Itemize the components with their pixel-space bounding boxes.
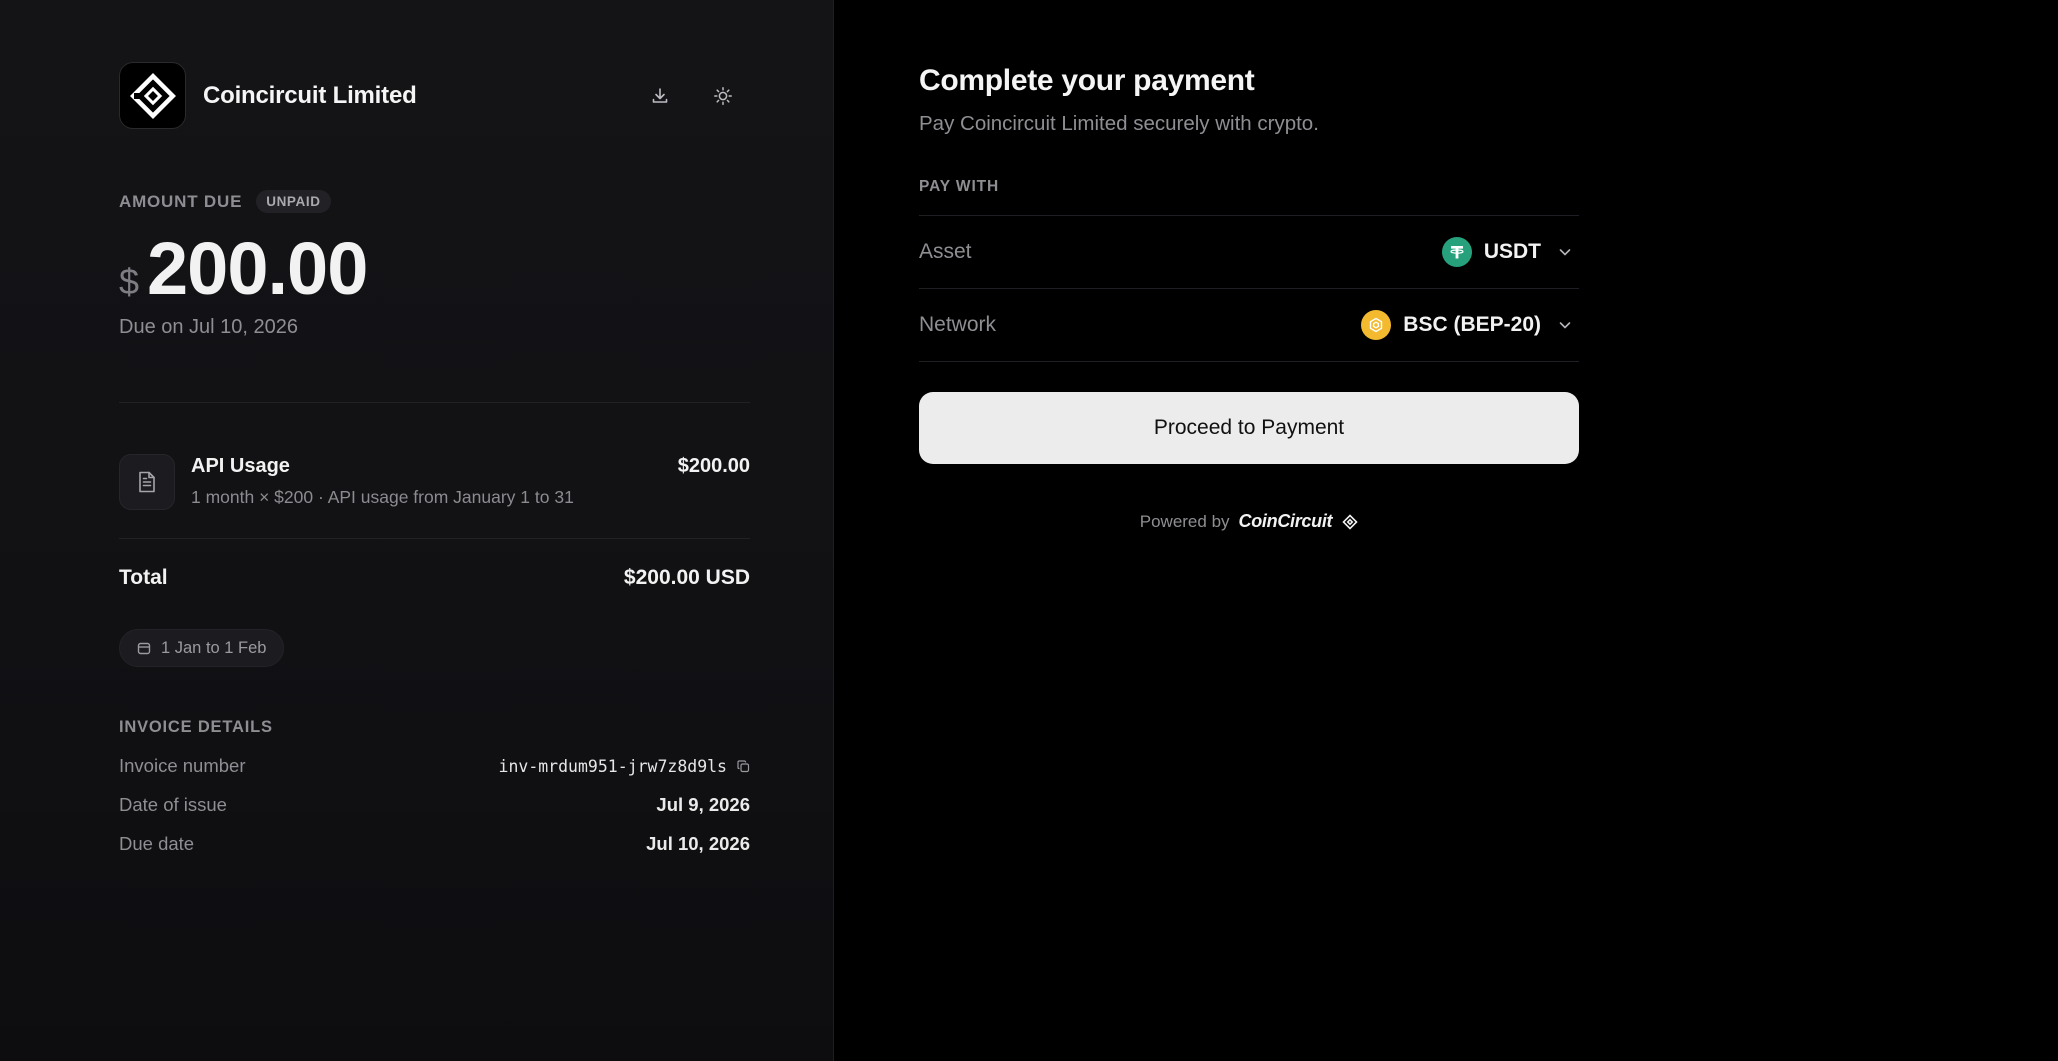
- chevron-down-icon: [1557, 317, 1573, 333]
- payment-panel: Complete your payment Pay Coincircuit Li…: [835, 0, 2058, 1061]
- amount-value: 200.00: [147, 227, 368, 310]
- download-icon: [652, 88, 668, 103]
- invoice-number-value-wrap: inv-mrdum951-jrw7z8d9ls: [499, 757, 750, 776]
- due-date-label: Due date: [119, 833, 195, 854]
- copy-icon[interactable]: [737, 759, 750, 773]
- merchant-brand: Coincircuit Limited: [119, 62, 417, 129]
- network-label: Network: [919, 313, 997, 336]
- line-item-amount: $200.00: [677, 455, 750, 477]
- payment-title: Complete your payment: [919, 64, 1255, 97]
- merchant-logo: [119, 62, 186, 129]
- powered-by: Powered by CoinCircuit: [835, 511, 1663, 532]
- asset-selected-value: USDT: [1441, 237, 1579, 267]
- asset-value: USDT: [1483, 240, 1541, 263]
- download-button[interactable]: [643, 79, 677, 113]
- payment-subtitle: Pay Coincircuit Limited securely with cr…: [919, 112, 1319, 135]
- network-selected-value: BSC (BEP-20): [1361, 310, 1579, 340]
- divider: [119, 402, 750, 403]
- powered-by-label: Powered by: [1139, 511, 1230, 531]
- invoice-number-row: Invoice number inv-mrdum951-jrw7z8d9ls: [119, 755, 750, 777]
- merchant-name: Coincircuit Limited: [203, 81, 417, 109]
- amount-due: $ 200.00: [119, 226, 368, 311]
- calendar-icon: [137, 641, 151, 655]
- line-item-title: API Usage: [191, 455, 290, 477]
- billing-period-chip: 1 Jan to 1 Feb: [119, 629, 284, 667]
- invoice-panel: Coincircuit Limited AMOUNT DUE UNPAID $ …: [0, 0, 834, 1061]
- coincircuit-logo-icon: [1342, 513, 1358, 530]
- currency-symbol: $: [119, 261, 140, 302]
- amount-due-header: AMOUNT DUE UNPAID: [119, 190, 331, 213]
- invoice-number-label: Invoice number: [119, 755, 246, 776]
- network-select[interactable]: Network BSC (BEP-20): [919, 289, 1579, 361]
- proceed-to-payment-button[interactable]: Proceed to Payment: [919, 392, 1579, 464]
- invoice-details-title: INVOICE DETAILS: [119, 718, 273, 736]
- document-icon: [119, 454, 175, 510]
- date-of-issue-label: Date of issue: [119, 794, 227, 815]
- due-date-text: Due on Jul 10, 2026: [119, 316, 299, 338]
- due-date-value: Jul 10, 2026: [646, 833, 750, 854]
- theme-toggle-button[interactable]: [706, 79, 740, 113]
- tether-icon: [1441, 237, 1472, 267]
- date-of-issue-value: Jul 9, 2026: [656, 794, 750, 815]
- divider: [119, 538, 750, 539]
- amount-due-label: AMOUNT DUE: [119, 191, 243, 211]
- billing-period-label: 1 Jan to 1 Feb: [161, 638, 267, 657]
- asset-select[interactable]: Asset USDT: [919, 216, 1579, 288]
- line-item: API Usage 1 month × $200 · API usage fro…: [119, 452, 750, 510]
- total-value: $200.00 USD: [623, 566, 750, 589]
- pay-with-label: PAY WITH: [919, 178, 1000, 195]
- due-date-row: Due date Jul 10, 2026: [119, 833, 750, 855]
- sun-icon: [714, 87, 732, 105]
- total-label: Total: [119, 566, 168, 589]
- total-row: Total $200.00 USD: [119, 566, 750, 590]
- powered-by-brand[interactable]: CoinCircuit: [1239, 511, 1333, 532]
- invoice-number-value: inv-mrdum951-jrw7z8d9ls: [498, 756, 727, 776]
- asset-label: Asset: [919, 240, 972, 263]
- chevron-down-icon: [1557, 244, 1573, 260]
- line-item-description: 1 month × $200 · API usage from January …: [191, 487, 574, 507]
- bnb-icon: [1361, 310, 1392, 340]
- date-of-issue-row: Date of issue Jul 9, 2026: [119, 794, 750, 816]
- divider: [919, 361, 1579, 362]
- network-value: BSC (BEP-20): [1403, 313, 1541, 336]
- status-badge: UNPAID: [256, 190, 331, 213]
